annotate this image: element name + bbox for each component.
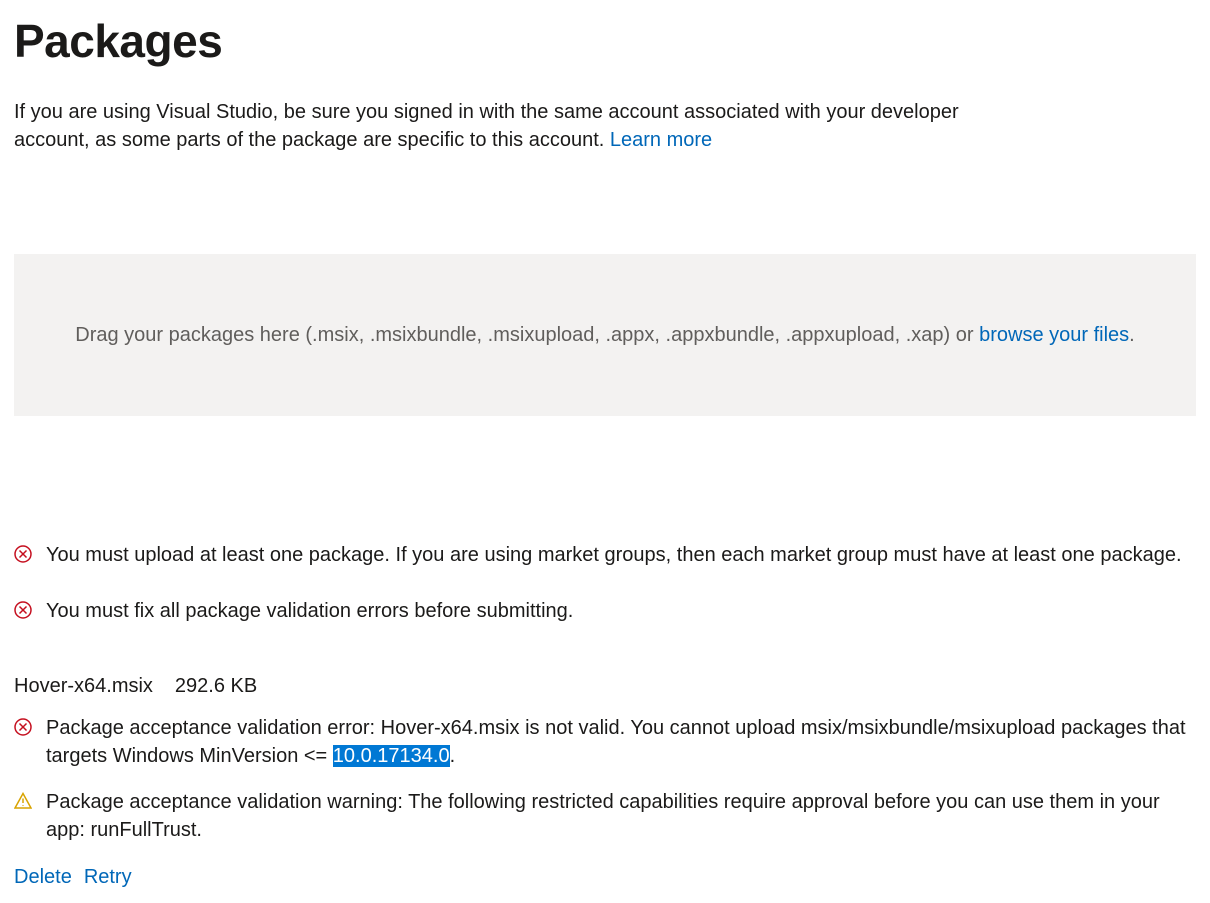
file-entry: Hover-x64.msix 292.6 KB Package acceptan…: [14, 675, 1196, 889]
error-icon: [14, 545, 32, 563]
dropzone-text: Drag your packages here (.msix, .msixbun…: [44, 320, 1166, 350]
file-actions: Delete Retry: [14, 866, 1196, 889]
warning-icon: [14, 792, 32, 810]
error-text-after: .: [450, 745, 456, 767]
error-icon: [14, 601, 32, 619]
delete-link[interactable]: Delete: [14, 866, 72, 889]
intro-text: If you are using Visual Studio, be sure …: [14, 98, 1024, 154]
package-dropzone[interactable]: Drag your packages here (.msix, .msixbun…: [14, 254, 1196, 416]
file-size: 292.6 KB: [175, 675, 257, 698]
intro-body: If you are using Visual Studio, be sure …: [14, 101, 959, 151]
error-text: Package acceptance validation error: Hov…: [46, 714, 1196, 770]
learn-more-link[interactable]: Learn more: [610, 129, 712, 151]
retry-link[interactable]: Retry: [84, 866, 132, 889]
dropzone-suffix: .: [1129, 324, 1135, 346]
error-text-before: Package acceptance validation error: Hov…: [46, 717, 1186, 767]
error-icon: [14, 718, 32, 736]
warning-message: Package acceptance validation warning: T…: [14, 788, 1196, 844]
browse-files-link[interactable]: browse your files: [979, 324, 1129, 346]
page-title: Packages: [14, 14, 1196, 68]
error-message: You must fix all package validation erro…: [14, 597, 1196, 625]
file-name: Hover-x64.msix: [14, 675, 153, 698]
warning-text: Package acceptance validation warning: T…: [46, 788, 1196, 844]
error-message: Package acceptance validation error: Hov…: [14, 714, 1196, 770]
file-messages: Package acceptance validation error: Hov…: [14, 714, 1196, 844]
highlighted-version: 10.0.17134.0: [333, 745, 450, 767]
error-message: You must upload at least one package. If…: [14, 541, 1196, 569]
file-row: Hover-x64.msix 292.6 KB: [14, 675, 1196, 698]
dropzone-prefix: Drag your packages here (.msix, .msixbun…: [75, 324, 979, 346]
global-messages: You must upload at least one package. If…: [14, 541, 1196, 625]
error-text: You must upload at least one package. If…: [46, 541, 1182, 569]
error-text: You must fix all package validation erro…: [46, 597, 573, 625]
